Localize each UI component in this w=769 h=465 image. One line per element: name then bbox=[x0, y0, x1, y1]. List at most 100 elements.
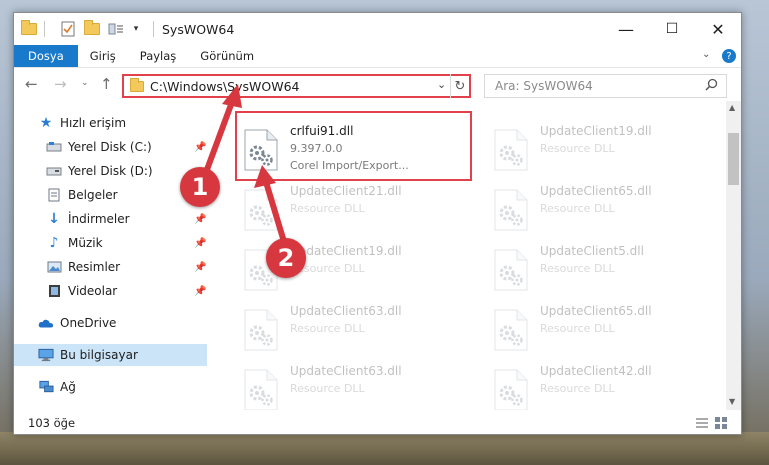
documents-icon bbox=[46, 188, 62, 202]
vertical-scrollbar[interactable]: ▲ ▼ bbox=[726, 101, 741, 410]
sidebar-item-indirmeler[interactable]: ↓ İndirmeler 📌 bbox=[14, 208, 207, 230]
large-icons-view-icon[interactable] bbox=[714, 416, 728, 433]
desktop-background bbox=[0, 432, 769, 465]
details-view-icon[interactable] bbox=[695, 416, 709, 433]
explorer-window: ▾ SysWOW64 — ☐ ✕ Dosya Giriş Paylaş Görü… bbox=[13, 12, 742, 435]
videos-icon bbox=[46, 284, 62, 298]
sidebar-item-yerel-disk-c[interactable]: Yerel Disk (C:) 📌 bbox=[14, 136, 207, 158]
folder-icon bbox=[130, 77, 144, 92]
file-name: UpdateClient65.dll bbox=[540, 304, 652, 318]
window-title: SysWOW64 bbox=[162, 21, 235, 37]
customize-toolbar-icon[interactable]: ▾ bbox=[127, 20, 145, 38]
file-detail: Resource DLL bbox=[290, 202, 365, 215]
drive-icon bbox=[46, 164, 62, 178]
file-name: UpdateClient63.dll bbox=[290, 364, 402, 378]
file-highlight-box bbox=[235, 111, 472, 181]
file-detail: Resource DLL bbox=[540, 322, 615, 335]
file-item[interactable]: UpdateClient63.dll Resource DLL bbox=[235, 362, 461, 410]
file-name: UpdateClient42.dll bbox=[540, 364, 652, 378]
forward-arrow-icon[interactable]: → bbox=[54, 75, 67, 93]
sidebar-item-hizli-erisim[interactable]: ★ Hızlı erişim bbox=[14, 112, 207, 134]
properties-icon[interactable] bbox=[59, 20, 77, 38]
file-detail: Resource DLL bbox=[540, 262, 615, 275]
search-box[interactable]: Ara: SysWOW64 bbox=[484, 74, 727, 98]
music-icon: ♪ bbox=[49, 235, 59, 251]
file-name: UpdateClient65.dll bbox=[540, 184, 652, 198]
title-divider bbox=[153, 21, 154, 37]
scrollbar-thumb[interactable] bbox=[728, 133, 739, 185]
sidebar-item-belgeler[interactable]: Belgeler 📌 bbox=[14, 184, 207, 206]
back-arrow-icon[interactable]: ← bbox=[25, 75, 38, 93]
dll-file-icon bbox=[493, 369, 529, 410]
address-dropdown-chevron-icon[interactable]: ⌄ bbox=[437, 78, 446, 91]
refresh-icon[interactable]: ↻ bbox=[450, 74, 469, 98]
tab-paylas[interactable]: Paylaş bbox=[128, 45, 189, 67]
maximize-button[interactable]: ☐ bbox=[649, 13, 695, 45]
file-name: UpdateClient19.dll bbox=[290, 244, 402, 258]
file-item[interactable]: UpdateClient19.dll Resource DLL bbox=[485, 122, 711, 174]
file-name: UpdateClient21.dll bbox=[290, 184, 402, 198]
scroll-up-icon[interactable]: ▲ bbox=[729, 103, 735, 112]
file-detail: Resource DLL bbox=[540, 202, 615, 215]
computer-icon bbox=[38, 348, 54, 362]
ribbon-tabs: Dosya Giriş Paylaş Görünüm ⌄ ? bbox=[14, 45, 741, 68]
dll-file-icon bbox=[493, 129, 529, 171]
cloud-icon bbox=[38, 316, 54, 330]
dll-file-icon bbox=[493, 249, 529, 291]
search-input[interactable]: Ara: SysWOW64 bbox=[495, 79, 705, 93]
help-icon[interactable]: ? bbox=[722, 49, 736, 63]
dll-file-icon bbox=[493, 309, 529, 351]
sidebar-item-bu-bilgisayar[interactable]: Bu bilgisayar bbox=[14, 344, 207, 366]
up-arrow-icon[interactable]: ↑ bbox=[100, 75, 113, 93]
tab-giris[interactable]: Giriş bbox=[78, 45, 128, 67]
sidebar-item-yerel-disk-d[interactable]: Yerel Disk (D:) bbox=[14, 160, 207, 182]
pin-icon: 📌 bbox=[194, 285, 207, 297]
file-detail: Resource DLL bbox=[290, 382, 365, 395]
title-bar: ▾ SysWOW64 — ☐ ✕ bbox=[14, 13, 741, 45]
sidebar-item-videolar[interactable]: Videolar 📌 bbox=[14, 280, 207, 302]
pin-icon: 📌 bbox=[194, 237, 207, 249]
address-bar[interactable]: C:\Windows\SysWOW64 ⌄ ↻ bbox=[122, 74, 471, 98]
network-icon bbox=[38, 380, 54, 394]
dll-file-icon bbox=[243, 189, 279, 231]
file-item[interactable]: UpdateClient5.dll Resource DLL bbox=[485, 242, 711, 294]
scroll-down-icon[interactable]: ▼ bbox=[729, 397, 735, 406]
sidebar-item-onedrive[interactable]: OneDrive bbox=[14, 312, 207, 334]
file-detail: Resource DLL bbox=[540, 142, 615, 155]
new-folder-icon[interactable] bbox=[83, 20, 101, 38]
title-divider bbox=[44, 21, 45, 37]
download-icon: ↓ bbox=[48, 211, 60, 227]
file-detail: Resource DLL bbox=[290, 322, 365, 335]
address-path[interactable]: C:\Windows\SysWOW64 bbox=[150, 79, 299, 94]
file-name: UpdateClient63.dll bbox=[290, 304, 402, 318]
recent-locations-chevron-icon[interactable]: ⌄ bbox=[81, 78, 89, 88]
tab-dosya[interactable]: Dosya bbox=[14, 45, 78, 67]
dll-file-icon bbox=[493, 189, 529, 231]
file-item[interactable]: UpdateClient65.dll Resource DLL bbox=[485, 302, 711, 354]
ribbon-expand-icon[interactable]: ⌄ bbox=[702, 49, 710, 60]
file-detail: Resource DLL bbox=[540, 382, 615, 395]
dll-file-icon bbox=[243, 309, 279, 351]
navigation-bar: ← → ⌄ ↑ C:\Windows\SysWOW64 ⌄ ↻ Ara: Sys… bbox=[14, 69, 741, 103]
sidebar-item-ag[interactable]: Ağ bbox=[14, 376, 207, 398]
file-item[interactable]: UpdateClient65.dll Resource DLL bbox=[485, 182, 711, 234]
status-bar: 103 öğe bbox=[14, 412, 741, 434]
file-item[interactable]: UpdateClient21.dll Resource DLL bbox=[235, 182, 461, 234]
quick-access-toolbar-icon[interactable] bbox=[107, 20, 125, 38]
item-count: 103 öğe bbox=[28, 416, 76, 430]
minimize-button[interactable]: — bbox=[603, 13, 649, 45]
pin-icon: 📌 bbox=[194, 141, 207, 153]
pictures-icon bbox=[46, 260, 62, 274]
file-item[interactable]: UpdateClient63.dll Resource DLL bbox=[235, 302, 461, 354]
tab-gorunum[interactable]: Görünüm bbox=[188, 45, 266, 67]
pin-icon: 📌 bbox=[194, 261, 207, 273]
search-icon[interactable] bbox=[705, 78, 718, 94]
sidebar-item-resimler[interactable]: Resimler 📌 bbox=[14, 256, 207, 278]
close-button[interactable]: ✕ bbox=[695, 13, 741, 45]
file-name: UpdateClient5.dll bbox=[540, 244, 644, 258]
folder-icon[interactable] bbox=[20, 20, 38, 38]
star-icon: ★ bbox=[39, 115, 53, 131]
sidebar-item-muzik[interactable]: ♪ Müzik 📌 bbox=[14, 232, 207, 254]
file-item[interactable]: UpdateClient42.dll Resource DLL bbox=[485, 362, 711, 410]
step-1-badge: 1 bbox=[180, 167, 220, 207]
